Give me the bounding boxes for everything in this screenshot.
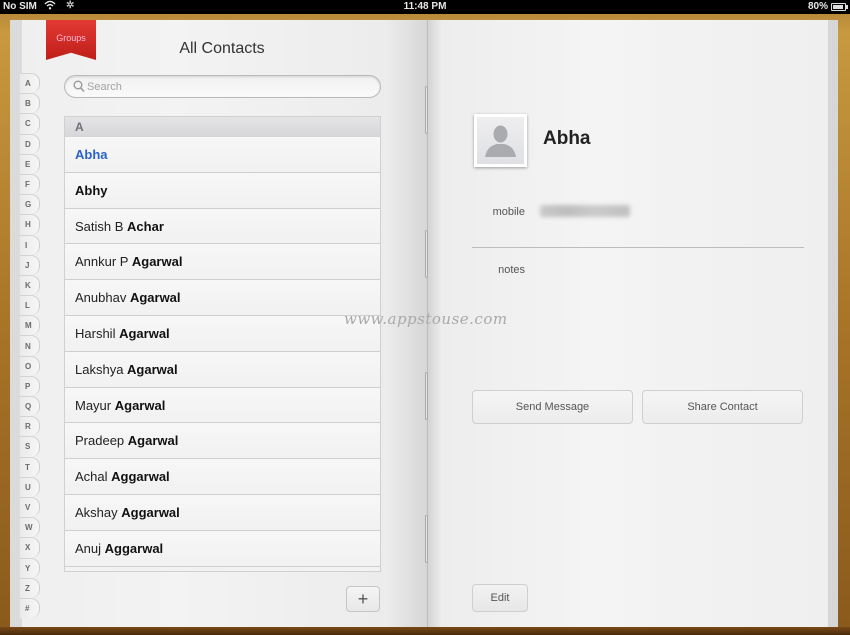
contact-row[interactable]: Abha [65, 137, 380, 173]
alpha-tab-i[interactable]: I [20, 234, 40, 255]
contact-row[interactable]: Achal Aggarwal [65, 459, 380, 495]
spine-stitch [425, 515, 428, 563]
contact-last-name: Achar [127, 218, 164, 234]
spine-stitch [425, 86, 428, 134]
alpha-tab-y[interactable]: Y [20, 557, 40, 578]
alpha-tab-b[interactable]: B [20, 93, 40, 114]
add-contact-button[interactable]: + [346, 586, 380, 612]
contact-row[interactable]: Mayur Agarwal [65, 387, 380, 424]
alpha-tab-u[interactable]: U [20, 476, 40, 497]
search-field[interactable] [64, 75, 381, 98]
alpha-tab-c[interactable]: C [20, 113, 40, 134]
alpha-tab-hash[interactable]: # [20, 597, 40, 619]
contact-last-name: Agarwal [114, 397, 166, 413]
battery-icon [831, 3, 848, 11]
contact-last-name: Aggarwal [111, 469, 170, 485]
contact-row[interactable]: Harshil Agarwal [65, 315, 380, 352]
contact-last-name: Abhy [75, 182, 108, 198]
person-silhouette-icon [477, 117, 524, 164]
contact-first-name: Satish B [75, 218, 124, 234]
contact-row[interactable]: Lakshya Agarwal [65, 351, 380, 388]
contact-last-name: Agarwal [131, 254, 183, 270]
contact-last-name: Abha [75, 147, 108, 162]
contact-first-name: Anuj [75, 540, 102, 556]
contact-last-name: Agarwal [129, 290, 181, 306]
alpha-tab-m[interactable]: M [20, 315, 40, 336]
mobile-value-blurred[interactable] [540, 205, 630, 217]
alpha-tab-p[interactable]: P [20, 375, 40, 396]
contact-first-name: Lakshya [75, 361, 124, 377]
contact-first-name: Achal [75, 469, 108, 485]
edit-button[interactable]: Edit [472, 584, 528, 612]
cover-bottom-edge [0, 627, 850, 635]
contact-first-name: Pradeep [75, 433, 125, 449]
send-message-button[interactable]: Send Message [472, 390, 633, 424]
alpha-tab-f[interactable]: F [20, 173, 40, 195]
contact-row[interactable]: Pradeep Agarwal [65, 423, 380, 460]
contact-last-name: Agarwal [127, 361, 178, 377]
watermark: www.appstouse.com [344, 310, 508, 328]
alpha-tab-j[interactable]: J [20, 254, 40, 275]
contact-list[interactable]: A Abha Abhy Satish B Achar Annkur P Agarwal A… [64, 116, 381, 572]
contact-name: Abha [543, 128, 591, 149]
contact-photo[interactable] [474, 114, 527, 167]
contact-first-name: Mayur [75, 397, 112, 413]
alpha-tab-e[interactable]: E [20, 153, 40, 174]
contact-first-name: Harshil [75, 325, 116, 341]
spine-stitch [425, 372, 428, 420]
alpha-tab-a[interactable]: A [20, 73, 40, 94]
spine-stitch [425, 230, 428, 278]
contact-last-name: Agarwal [127, 433, 179, 449]
page-title: All Contacts [179, 40, 265, 57]
contact-row[interactable]: Anuj Aggarwal [65, 530, 380, 567]
alpha-tab-g[interactable]: G [20, 194, 40, 215]
alpha-tab-d[interactable]: D [20, 133, 40, 154]
alpha-tab-x[interactable]: X [20, 537, 40, 558]
contact-last-name: Agarwal [119, 325, 170, 341]
contact-first-name: Anubhav [75, 290, 127, 306]
contact-row[interactable]: Anubhav Agarwal [65, 280, 380, 316]
contact-first-name: Akshay [75, 504, 118, 520]
status-bar: No SIM ✲ 11:48 PM 80% [0, 0, 850, 14]
alpha-tab-h[interactable]: H [20, 214, 40, 235]
alpha-tab-z[interactable]: Z [20, 577, 40, 598]
alpha-tab-o[interactable]: O [20, 355, 40, 376]
share-contact-button[interactable]: Share Contact [642, 390, 803, 424]
alpha-tab-v[interactable]: V [20, 496, 40, 518]
alpha-tab-n[interactable]: N [20, 335, 40, 356]
clock: 11:48 PM [403, 1, 447, 12]
contact-row[interactable]: Annkur P Agarwal [65, 244, 380, 281]
search-icon [73, 79, 85, 93]
battery-percent: 80% [807, 1, 828, 12]
mobile-label: mobile [492, 206, 525, 218]
search-input[interactable] [87, 78, 367, 96]
alpha-tab-r[interactable]: R [20, 416, 40, 437]
alpha-tab-q[interactable]: Q [20, 396, 40, 417]
field-divider [472, 247, 804, 248]
contact-last-name: Aggarwal [104, 540, 164, 556]
contact-row[interactable]: Satish B Achar [65, 208, 380, 245]
page-edge [828, 20, 838, 627]
alpha-tab-l[interactable]: L [20, 295, 40, 316]
alpha-tab-t[interactable]: T [20, 456, 40, 477]
contact-row[interactable]: Akshay Aggarwal [65, 494, 380, 531]
contact-first-name: Annkur P [75, 254, 129, 270]
alpha-tab-w[interactable]: W [20, 517, 40, 538]
alpha-tab-s[interactable]: S [20, 436, 40, 457]
alphabet-index[interactable]: A B C D E F G H I J K L M N O P Q R S T U V W X Y Z # [20, 73, 42, 619]
section-header: A [65, 117, 380, 137]
contact-row[interactable]: Abhy [65, 172, 380, 209]
contact-last-name: Aggarwal [121, 504, 180, 520]
alpha-tab-k[interactable]: K [20, 274, 40, 296]
notes-label: notes [498, 264, 525, 276]
